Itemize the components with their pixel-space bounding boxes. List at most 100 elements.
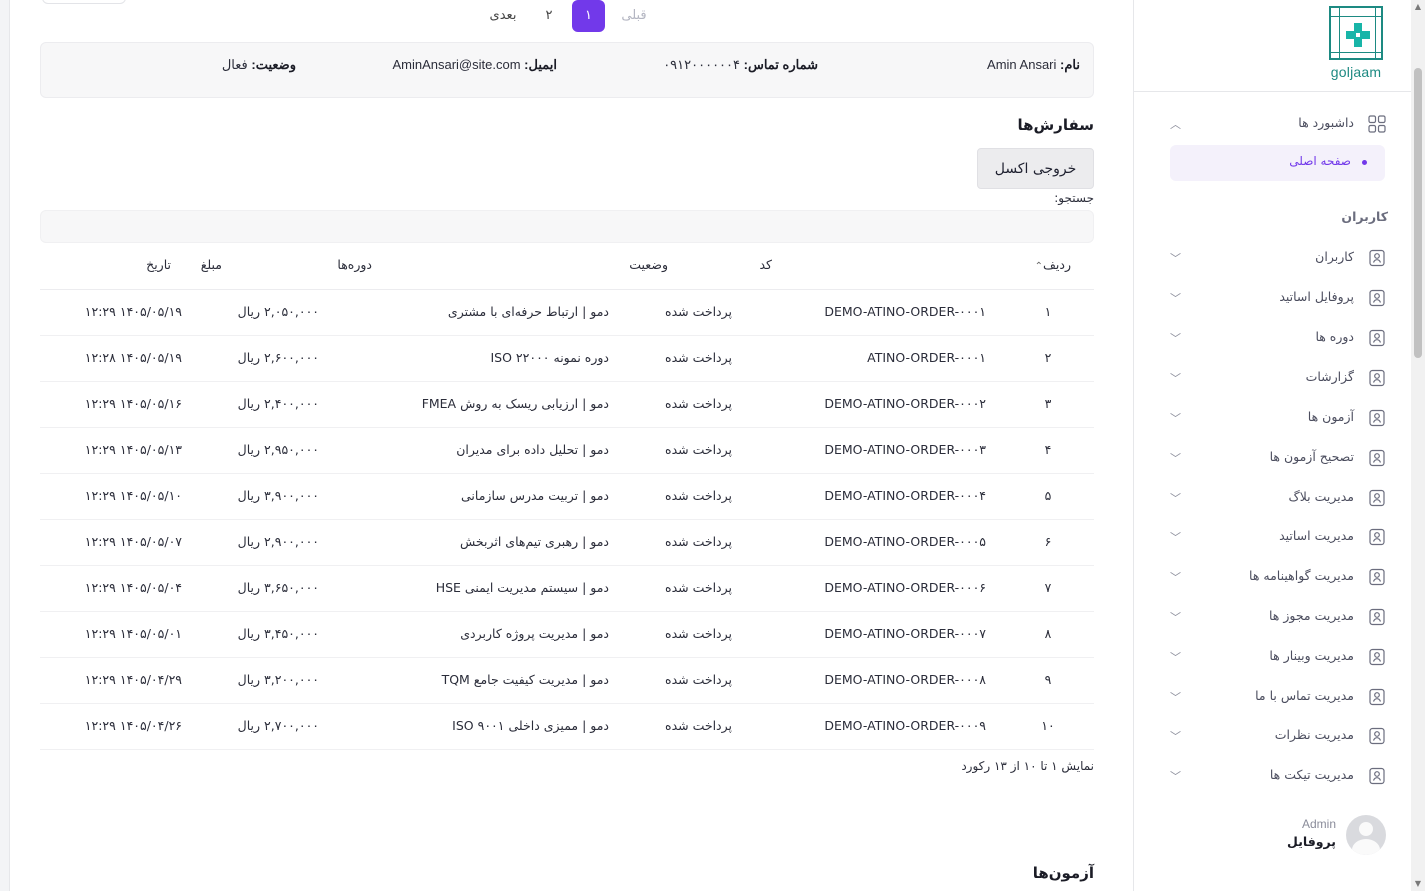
order-status: پرداخت شده — [665, 534, 732, 549]
column-code-header[interactable]: کد — [759, 257, 772, 272]
order-code: DEMO-ATINO-ORDER-۰۰۰۵ — [824, 534, 986, 549]
order-status: پرداخت شده — [665, 350, 732, 365]
sidebar-item-blog[interactable]: مدیریت بلاگ ﹀ — [1166, 485, 1388, 511]
chevron-down-icon: ﹀ — [1170, 452, 1181, 465]
sidebar-divider — [1134, 91, 1411, 92]
pagination-prev[interactable]: قبلی — [614, 0, 654, 32]
sidebar-item-label: مدیریت نظرات — [1274, 727, 1354, 742]
order-course: دمو | سیستم مدیریت ایمنی HSE — [435, 580, 609, 595]
user-card-icon — [1369, 568, 1385, 586]
order-date: ۱۴۰۵/۰۵/۰۴ ۱۲:۲۹ — [84, 580, 182, 595]
customer-email: ایمیل: AminAnsari@site.com — [392, 57, 557, 73]
sidebar-item-home[interactable]: صفحه اصلی — [1170, 145, 1385, 181]
table-row: ۵ DEMO-ATINO-ORDER-۰۰۰۴ پرداخت شده دمو |… — [40, 474, 1094, 520]
user-card-icon — [1369, 289, 1385, 307]
sidebar-item-courses[interactable]: دوره ها ﹀ — [1166, 325, 1388, 351]
export-excel-button[interactable]: خروجی اکسل — [977, 148, 1094, 189]
chevron-down-icon: ﹀ — [1170, 730, 1181, 743]
user-card-icon — [1369, 767, 1385, 785]
user-card-icon — [1369, 608, 1385, 626]
sidebar-item-reports[interactable]: گزارشات ﹀ — [1166, 365, 1388, 391]
main-content: نام: Amin Ansari شماره تماس: ۰۹۱۲۰۰۰۰۰۰۴… — [10, 0, 1123, 891]
order-date: ۱۴۰۵/۰۵/۰۱ ۱۲:۲۹ — [84, 626, 182, 641]
sidebar-item-licenses[interactable]: مدیریت مجوز ها ﹀ — [1166, 604, 1388, 630]
order-status: پرداخت شده — [665, 626, 732, 641]
sidebar-item-certificates[interactable]: مدیریت گواهینامه ها ﹀ — [1166, 564, 1388, 590]
sidebar-item-label: داشبورد ها — [1298, 115, 1354, 130]
scroll-down-arrow-icon[interactable]: ▼ — [1411, 877, 1425, 891]
column-row-header[interactable]: ردیف⌃ — [1035, 257, 1071, 272]
sidebar-item-tickets[interactable]: مدیریت تیکت ها ﹀ — [1166, 763, 1388, 789]
sidebar-item-label: مدیریت اساتید — [1279, 528, 1354, 543]
user-card-icon — [1369, 449, 1385, 467]
chevron-down-icon: ﹀ — [1170, 770, 1181, 783]
exams-title: آزمون‌ها — [1032, 864, 1094, 882]
search-label: جستجو: — [1054, 191, 1094, 205]
logo[interactable]: goljaam — [1325, 6, 1387, 84]
customer-name-value: Amin Ansari — [987, 57, 1057, 72]
sidebar-item-label: گزارشات — [1305, 369, 1354, 384]
sidebar-item-contact[interactable]: مدیریت تماس با ما ﹀ — [1166, 684, 1388, 710]
sidebar-item-dashboards[interactable]: داشبورد ها ︿ — [1166, 111, 1388, 137]
pagination-next[interactable]: بعدی — [482, 0, 524, 32]
user-card-icon — [1369, 489, 1385, 507]
avatar[interactable] — [1346, 815, 1386, 855]
row-number: ۱۰ — [1041, 718, 1055, 733]
scroll-up-arrow-icon[interactable]: ▲ — [1411, 0, 1425, 14]
sidebar-item-label: مدیریت مجوز ها — [1269, 608, 1354, 623]
sidebar-item-webinars[interactable]: مدیریت وبینار ها ﹀ — [1166, 644, 1388, 670]
order-date: ۱۴۰۵/۰۴/۲۶ ۱۲:۲۹ — [84, 718, 182, 733]
customer-name-label: نام: — [1060, 57, 1080, 72]
order-date: ۱۴۰۵/۰۵/۱۰ ۱۲:۲۹ — [84, 488, 182, 503]
sidebar-item-label: مدیریت تماس با ما — [1255, 688, 1354, 703]
pagination-page-2[interactable]: ۲ — [538, 0, 560, 32]
sidebar-item-exams[interactable]: آزمون ها ﹀ — [1166, 405, 1388, 431]
top-button-stub[interactable] — [42, 0, 126, 4]
table-row: ۴ DEMO-ATINO-ORDER-۰۰۰۳ پرداخت شده دمو |… — [40, 428, 1094, 474]
order-date: ۱۴۰۵/۰۵/۱۶ ۱۲:۲۹ — [84, 396, 182, 411]
profile-link[interactable]: پروفایل — [1234, 834, 1336, 849]
row-number: ۳ — [1044, 396, 1052, 411]
chevron-up-icon: ︿ — [1170, 118, 1181, 131]
orders-table-header: ردیف⌃ کد وضعیت دوره‌ها مبلغ تاریخ — [40, 250, 1094, 290]
table-row: ۲ ATINO-ORDER-۰۰۰۱ پرداخت شده دوره نمونه… — [40, 336, 1094, 382]
column-status-header[interactable]: وضعیت — [629, 257, 668, 272]
customer-status-value: فعال — [221, 57, 248, 72]
page-scrollbar[interactable]: ▲ ▼ — [1411, 0, 1425, 891]
column-courses-header[interactable]: دوره‌ها — [337, 257, 372, 272]
chevron-down-icon: ﹀ — [1170, 412, 1181, 425]
order-course: دمو | مدیریت پروژه کاربردی — [460, 626, 609, 641]
order-status: پرداخت شده — [665, 442, 732, 457]
table-row: ۳ DEMO-ATINO-ORDER-۰۰۰۲ پرداخت شده دمو |… — [40, 382, 1094, 428]
sidebar-item-label: آزمون ها — [1307, 409, 1354, 424]
sidebar-item-teachers[interactable]: مدیریت اساتید ﹀ — [1166, 524, 1388, 550]
order-course: دمو | ارزیابی ریسک به روش FMEA — [421, 396, 609, 411]
sidebar-item-users[interactable]: کاربران ﹀ — [1166, 245, 1388, 271]
pagination-page-1[interactable]: ۱ — [572, 0, 605, 32]
sidebar-item-exam-grading[interactable]: تصحیح آزمون ها ﹀ — [1166, 445, 1388, 471]
table-info-text: نمایش ۱ تا ۱۰ از ۱۳ رکورد — [961, 759, 1094, 773]
order-status: پرداخت شده — [665, 672, 732, 687]
order-amount: ۲,۹۵۰,۰۰۰ ریال — [237, 442, 319, 457]
user-card-icon — [1369, 688, 1385, 706]
order-course: دمو | مدیریت کیفیت جامع TQM — [441, 672, 609, 687]
sidebar-item-comments[interactable]: مدیریت نظرات ﹀ — [1166, 723, 1388, 749]
bullet-icon — [1362, 160, 1367, 165]
search-input[interactable] — [40, 210, 1094, 243]
user-card-icon — [1369, 648, 1385, 666]
chevron-down-icon: ﹀ — [1170, 651, 1181, 664]
scrollbar-thumb[interactable] — [1414, 68, 1422, 358]
sort-asc-icon: ⌃ — [1034, 261, 1043, 272]
sidebar-item-teacher-profiles[interactable]: پروفایل اساتید ﹀ — [1166, 285, 1388, 311]
customer-name: نام: Amin Ansari — [987, 57, 1080, 73]
user-card-icon — [1369, 249, 1385, 267]
chevron-down-icon: ﹀ — [1170, 691, 1181, 704]
customer-status-label: وضعیت: — [251, 57, 296, 72]
sidebar-item-label: مدیریت تیکت ها — [1269, 767, 1354, 782]
order-status: پرداخت شده — [665, 580, 732, 595]
column-date-header[interactable]: تاریخ — [146, 257, 171, 272]
column-amount-header[interactable]: مبلغ — [201, 257, 222, 272]
order-amount: ۳,۶۵۰,۰۰۰ ریال — [237, 580, 319, 595]
order-status: پرداخت شده — [665, 488, 732, 503]
order-amount: ۲,۷۰۰,۰۰۰ ریال — [237, 718, 319, 733]
